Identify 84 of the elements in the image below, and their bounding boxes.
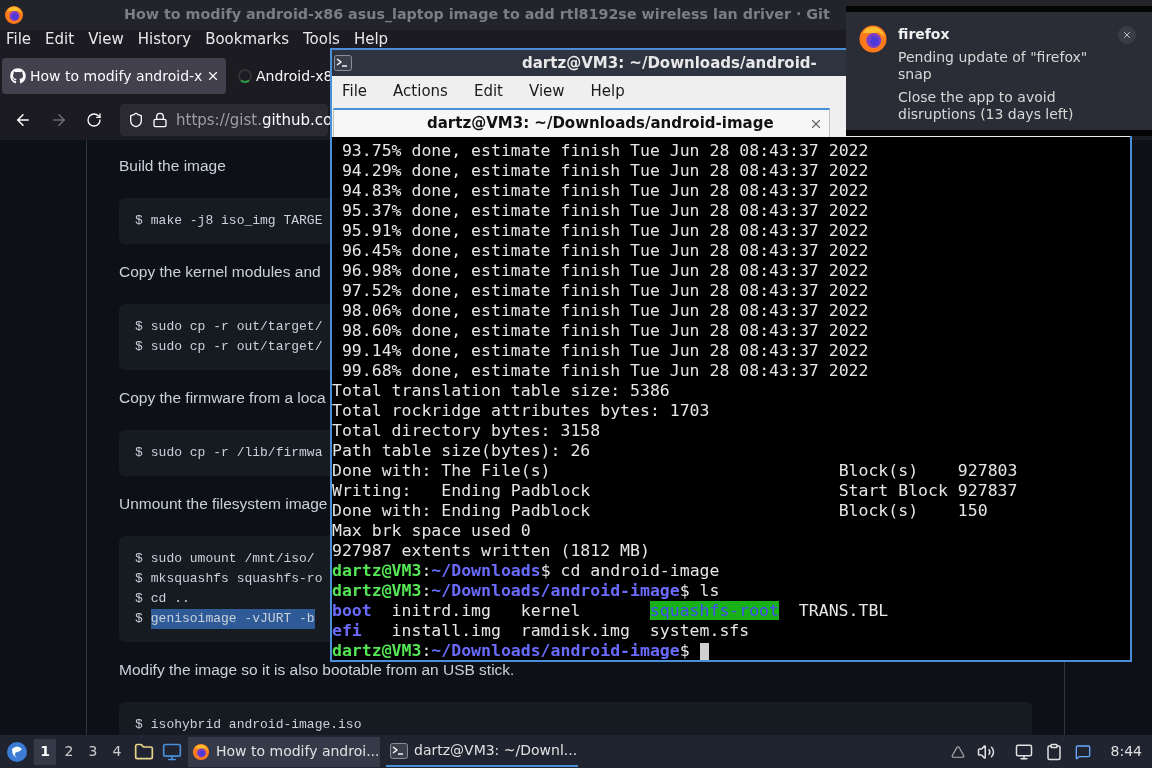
file-name: system.sfs [649, 621, 750, 640]
code-text: isohybrid android-image.iso [150, 716, 362, 735]
terminal-line: 95.37% done, estimate finish Tue Jun 28 08:43:37 2022 [340, 201, 869, 221]
browser-tab[interactable]: Android-x8 [232, 58, 330, 94]
clock[interactable]: 8:44 [1110, 741, 1142, 762]
paragraph: Modify the image so it is also bootable from an USB stick. [119, 660, 515, 680]
file-name: boot [332, 601, 372, 620]
code-prompt: $ [135, 716, 143, 735]
code-text: sudo cp -r out/target/ [150, 318, 323, 337]
terminal-line: Done with: Ending Padblock Block(s) 150 [332, 501, 988, 521]
file-name: install.img [391, 621, 501, 640]
menu-item[interactable]: Help [353, 31, 389, 47]
paragraph: Build the image [119, 156, 226, 176]
code-prompt: $ [135, 212, 143, 231]
terminal-line: Done with: The File(s) Block(s) 927803 [332, 461, 1018, 481]
terminal-prompt: dartz@VM3:~/Downloads/android-image$ [332, 641, 709, 660]
terminal-line: Total translation table size: 5386 [332, 381, 670, 401]
file-name: kernel [520, 601, 581, 620]
file-name: squashfs-root [649, 601, 779, 620]
terminal-line: 93.75% done, estimate finish Tue Jun 28 08:43:37 2022 [340, 141, 869, 161]
code-prompt: $ [135, 550, 143, 569]
code-text: sudo cp -r out/target/ [150, 338, 323, 357]
terminal-line: 94.83% done, estimate finish Tue Jun 28 08:43:37 2022 [340, 181, 869, 201]
menu-item[interactable]: View [528, 79, 565, 103]
paragraph: Unmount the filesystem image [119, 494, 328, 514]
file-name: TRANS.TBL [798, 601, 889, 620]
code-prompt: $ [135, 590, 143, 609]
code-text: genisoimage -vJURT -b [150, 609, 315, 629]
menu-item[interactable]: Tools [302, 31, 340, 47]
code-prompt: $ [135, 610, 143, 629]
terminal-line: 99.14% done, estimate finish Tue Jun 28 08:43:37 2022 [340, 341, 869, 361]
terminal-line: 94.29% done, estimate finish Tue Jun 28 08:43:37 2022 [340, 161, 869, 181]
notification-text: Close the app to avoid disruptions (13 days left) [898, 89, 1075, 123]
taskbar-task[interactable]: How to modify androi... [188, 736, 380, 767]
menu-item[interactable]: Edit [45, 31, 75, 47]
window-title: How to modify android-x86 asus_laptop image to add rtl8192se wireless lan driver · Git [124, 5, 830, 25]
code-text: mksquashfs squashfs-ro [150, 570, 323, 589]
code-text: sudo cp -r /lib/firmwa [150, 444, 323, 463]
terminal-line: 96.45% done, estimate finish Tue Jun 28 08:43:37 2022 [340, 241, 869, 261]
file-name: initrd.img [391, 601, 491, 620]
code-prompt: $ [135, 338, 143, 357]
menu-item[interactable]: Edit [473, 79, 503, 103]
browser-tab[interactable]: How to modify android-x [2, 58, 226, 94]
notification-text: Pending update of "firefox" snap [898, 49, 1089, 83]
menu-item[interactable]: File [342, 79, 368, 103]
terminal-title: dartz@VM3: ~/Downloads/android- [522, 52, 817, 74]
workspace-button[interactable]: 3 [82, 738, 104, 765]
terminal-line: 98.06% done, estimate finish Tue Jun 28 08:43:37 2022 [340, 301, 869, 321]
terminal-line: Writing: Ending Padblock Start Block 927837 [332, 481, 1018, 501]
terminal-line: 97.52% done, estimate finish Tue Jun 28 08:43:37 2022 [340, 281, 869, 301]
workspace-button[interactable]: 1 [34, 738, 56, 765]
menu-item[interactable]: Help [590, 79, 625, 103]
menu-item[interactable]: File [6, 31, 32, 47]
code-text: cd .. [150, 590, 190, 609]
file-name: efi [332, 621, 362, 640]
code-prompt: $ [135, 444, 143, 463]
terminal-line: 95.91% done, estimate finish Tue Jun 28 08:43:37 2022 [340, 221, 869, 241]
paragraph: Copy the kernel modules and [119, 262, 321, 282]
terminal-line: Total directory bytes: 3158 [332, 421, 601, 441]
menu-item[interactable]: History [137, 31, 192, 47]
terminal-line: 96.98% done, estimate finish Tue Jun 28 08:43:37 2022 [340, 261, 869, 281]
code-text: sudo umount /mnt/iso/ [150, 550, 315, 569]
notification-title: firefox [898, 26, 951, 43]
code-text: make -j8 iso_img TARGE [150, 212, 323, 231]
workspace-button[interactable]: 2 [58, 738, 80, 765]
terminal-prompt: dartz@VM3:~/Downloads/android-image$ ls [332, 581, 720, 601]
menu-item[interactable]: Actions [393, 79, 448, 103]
terminal-line: Max brk space used 0 [332, 521, 531, 541]
taskbar-task[interactable]: dartz@VM3: ~/Downl... [386, 736, 578, 767]
terminal-line: Total rockridge attributes bytes: 1703 [332, 401, 710, 421]
code-prompt: $ [135, 318, 143, 337]
url-field[interactable]: https://gist.github.co [120, 104, 328, 136]
terminal-line: Path table size(bytes): 26 [332, 441, 591, 461]
file-name: ramdisk.img [520, 621, 630, 640]
terminal-line: 98.60% done, estimate finish Tue Jun 28 08:43:37 2022 [340, 321, 869, 341]
menu-item[interactable]: Bookmarks [205, 31, 289, 47]
paragraph: Copy the firmware from a loca [119, 388, 326, 408]
terminal-line: 927987 extents written (1812 MB) [332, 541, 650, 561]
code-prompt: $ [135, 570, 143, 589]
workspace-button[interactable]: 4 [106, 738, 128, 765]
menu-item[interactable]: View [88, 31, 124, 47]
terminal-prompt: dartz@VM3:~/Downloads$ cd android-image [332, 561, 720, 581]
terminal-tab[interactable]: dartz@VM3: ~/Downloads/android-image [333, 108, 830, 137]
terminal-line: 99.68% done, estimate finish Tue Jun 28 08:43:37 2022 [340, 361, 869, 381]
